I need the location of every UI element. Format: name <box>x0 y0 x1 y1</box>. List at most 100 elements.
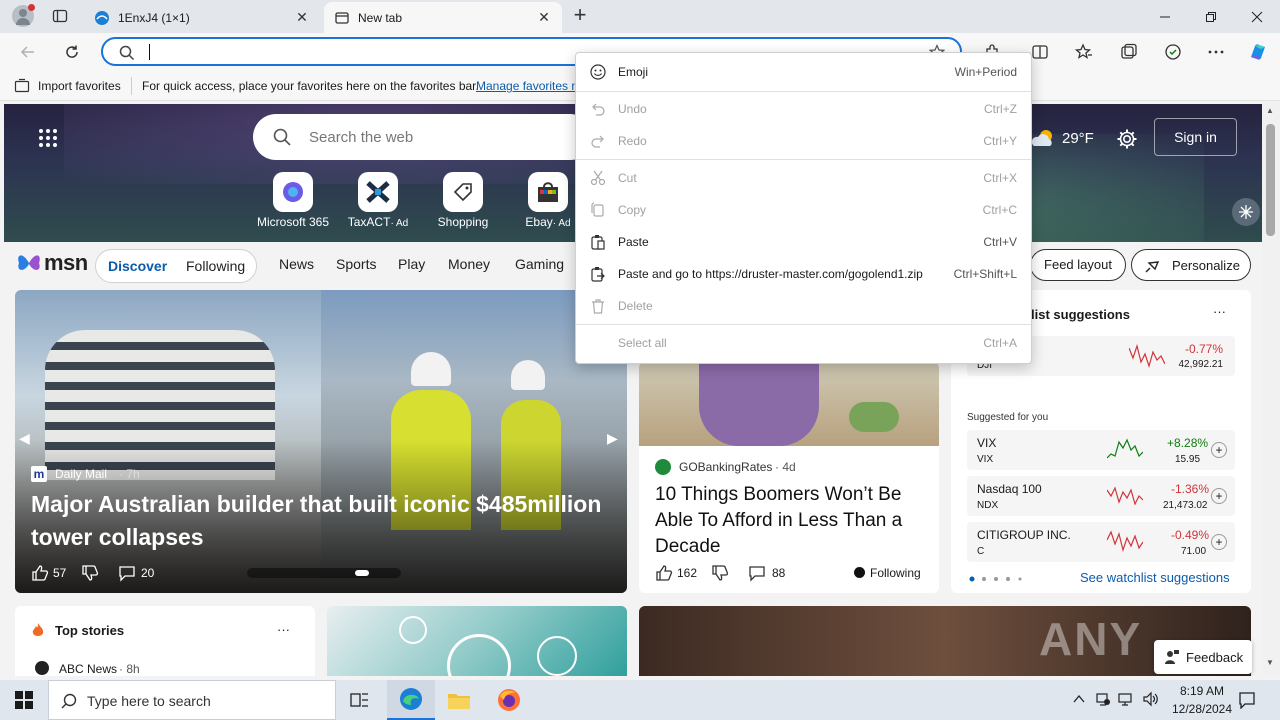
new-tab-button[interactable]: + <box>568 4 592 28</box>
nav-play[interactable]: Play <box>398 256 425 272</box>
firefox-icon[interactable] <box>485 680 533 720</box>
windows-start-icon[interactable] <box>0 680 48 720</box>
second-story-card[interactable]: GOBankingRates · 4d 10 Things Boomers Wo… <box>639 362 939 593</box>
import-favorites-link[interactable]: Import favorites <box>38 79 121 93</box>
carousel-indicator[interactable] <box>247 568 401 578</box>
nav-sports[interactable]: Sports <box>336 256 376 272</box>
show-hidden-icons[interactable] <box>1072 692 1086 706</box>
edge-taskbar-icon[interactable] <box>387 680 435 720</box>
nav-gaming[interactable]: Gaming <box>515 256 564 272</box>
network-icon[interactable] <box>1118 691 1134 707</box>
story-headline[interactable]: 10 Things Boomers Won’t Be Able To Affor… <box>655 482 930 560</box>
menu-item-copy[interactable]: Copy Ctrl+C <box>576 195 1031 225</box>
menu-shortcut: Win+Period <box>954 65 1017 79</box>
quick-link-microsoft-365[interactable]: Microsoft 365 <box>253 172 333 229</box>
quick-link-shopping[interactable]: Shopping <box>423 172 503 229</box>
paste-icon <box>590 234 606 250</box>
watchlist-more-icon[interactable]: ··· <box>1213 304 1226 319</box>
menu-item-delete[interactable]: Delete <box>576 291 1031 321</box>
notifications-icon[interactable] <box>1238 691 1256 709</box>
sign-in-button[interactable]: Sign in <box>1154 118 1237 156</box>
page-scrollbar[interactable]: ▲ ▼ <box>1262 102 1280 676</box>
comment-icon[interactable] <box>118 564 136 582</box>
tab-following[interactable]: Following <box>186 258 245 274</box>
refresh-icon[interactable] <box>58 39 86 65</box>
tab-new-tab[interactable]: New tab ✕ <box>324 2 562 33</box>
see-watchlist-link[interactable]: See watchlist suggestions <box>1080 570 1230 585</box>
nav-money[interactable]: Money <box>448 256 490 272</box>
scroll-up-icon[interactable]: ▲ <box>1266 106 1274 115</box>
file-explorer-icon[interactable] <box>435 680 483 720</box>
minimize-button[interactable] <box>1142 0 1188 33</box>
tab-discover[interactable]: Discover <box>108 258 167 274</box>
clock-time[interactable]: 8:19 AM <box>1172 684 1232 698</box>
menu-item-cut[interactable]: Cut Ctrl+X <box>576 163 1031 193</box>
favorites-hint: For quick access, place your favorites h… <box>142 79 479 93</box>
add-watchlist-icon[interactable]: + <box>1211 534 1227 550</box>
menu-item-paste-and-go[interactable]: Paste and go to https://druster-master.c… <box>576 259 1031 289</box>
nav-news[interactable]: News <box>279 256 314 272</box>
add-watchlist-icon[interactable]: + <box>1211 488 1227 504</box>
task-view-icon[interactable] <box>336 680 384 720</box>
collections-icon[interactable] <box>1115 39 1143 65</box>
settings-gear-icon[interactable] <box>1116 128 1138 150</box>
carousel-prev-icon[interactable]: ◀ <box>19 430 39 450</box>
following-label[interactable]: Following <box>870 566 921 580</box>
carousel-next-icon[interactable]: ▶ <box>607 430 627 450</box>
menu-item-paste[interactable]: Paste Ctrl+V <box>576 227 1031 257</box>
comment-icon[interactable] <box>748 564 766 582</box>
dislike-icon[interactable] <box>81 564 99 582</box>
menu-item-select-all[interactable]: Select all Ctrl+A <box>576 328 1031 358</box>
scrollbar-thumb[interactable] <box>1266 124 1275 236</box>
personalize-button[interactable]: Personalize <box>1131 249 1251 281</box>
menu-separator <box>576 91 1031 92</box>
story-headline[interactable]: Major Australian builder that built icon… <box>31 488 621 554</box>
clock-date[interactable]: 12/28/2024 <box>1166 702 1238 716</box>
personalize-icon <box>1144 258 1160 274</box>
undo-icon <box>590 101 606 117</box>
network-warning-icon[interactable] <box>1095 691 1111 707</box>
watchlist-row-ndx[interactable]: Nasdaq 100 NDX -1.36% 21,473.02 + <box>967 476 1235 516</box>
quick-link-taxact[interactable]: TaxACT· Ad <box>338 172 418 229</box>
feed-layout-button[interactable]: Feed layout <box>1030 249 1126 281</box>
feedback-button[interactable]: Feedback <box>1154 640 1252 674</box>
web-search-box[interactable]: Search the web <box>253 114 593 160</box>
apps-grid-icon[interactable] <box>38 128 58 148</box>
restore-button[interactable] <box>1188 0 1234 33</box>
watchlist-row-vix[interactable]: VIX VIX +8.28% 15.95 + <box>967 430 1235 470</box>
top-stories-more-icon[interactable]: ··· <box>277 622 290 637</box>
menu-item-emoji[interactable]: Emoji Win+Period <box>576 57 1031 87</box>
close-window-button[interactable] <box>1234 0 1280 33</box>
copilot-icon[interactable] <box>1244 39 1272 65</box>
msn-logo[interactable]: msn <box>44 250 88 276</box>
more-options-icon[interactable] <box>1202 39 1230 65</box>
background-sparkle-icon[interactable] <box>1232 198 1260 226</box>
msn-butterfly-icon[interactable] <box>16 251 42 275</box>
like-icon[interactable] <box>655 564 673 582</box>
text-cursor <box>149 44 150 60</box>
dislike-icon[interactable] <box>711 564 729 582</box>
menu-item-undo[interactable]: Undo Ctrl+Z <box>576 94 1031 124</box>
taskbar-search-box[interactable]: Type here to search <box>48 680 336 720</box>
main-story-card[interactable]: ◀ ▶ m Daily Mail · 7h Major Australian b… <box>15 290 627 593</box>
tab-actions-icon[interactable] <box>52 8 68 24</box>
back-icon[interactable] <box>14 39 42 65</box>
browser-essentials-icon[interactable] <box>1159 39 1187 65</box>
watchlist-row-citigroup[interactable]: CITIGROUP INC. C -0.49% 71.00 + <box>967 522 1235 562</box>
profile-avatar[interactable] <box>12 4 35 27</box>
close-tab-icon[interactable]: ✕ <box>294 9 310 26</box>
volume-icon[interactable] <box>1142 691 1158 707</box>
weather-temp[interactable]: 29°F <box>1062 130 1094 147</box>
favorites-icon[interactable] <box>1070 39 1098 65</box>
manage-favorites-link[interactable]: Manage favorites n <box>476 79 578 93</box>
scroll-down-icon[interactable]: ▼ <box>1266 658 1274 667</box>
like-icon[interactable] <box>31 564 49 582</box>
shopping-image-card[interactable] <box>327 606 627 676</box>
menu-item-redo[interactable]: Redo Ctrl+Y <box>576 126 1031 156</box>
menu-shortcut: Ctrl+X <box>983 171 1017 185</box>
close-tab-icon[interactable]: ✕ <box>536 9 552 26</box>
watchlist-pager[interactable] <box>969 576 1025 582</box>
menu-shortcut: Ctrl+Z <box>984 102 1017 116</box>
add-watchlist-icon[interactable]: + <box>1211 442 1227 458</box>
tab-1enxj4[interactable]: 1EnxJ4 (1×1) ✕ <box>84 2 320 33</box>
